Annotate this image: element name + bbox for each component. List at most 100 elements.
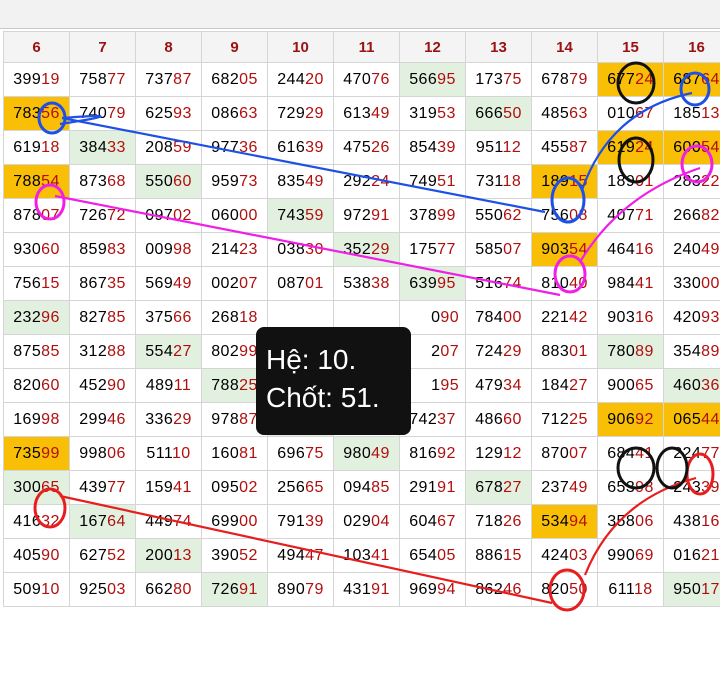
column-header: 16 bbox=[663, 31, 720, 63]
number-head: 890 bbox=[277, 580, 306, 598]
number-cell: 53494 bbox=[531, 504, 598, 539]
number-tail: 10 bbox=[41, 580, 60, 598]
number-head: 616 bbox=[277, 138, 306, 156]
number-head: 900 bbox=[607, 376, 636, 394]
number-tail: 64 bbox=[107, 512, 126, 530]
number-cell: 23749 bbox=[531, 470, 598, 505]
number-tail: 42 bbox=[569, 308, 588, 326]
number-tail: 90 bbox=[440, 308, 459, 326]
number-head: 653 bbox=[607, 478, 636, 496]
number-cell: 74079 bbox=[69, 96, 136, 131]
number-cell: 28322 bbox=[663, 164, 720, 199]
number-cell: 90316 bbox=[597, 300, 664, 335]
number-cell: 74359 bbox=[267, 198, 334, 233]
number-cell: 67879 bbox=[531, 62, 598, 97]
number-cell: 06544 bbox=[663, 402, 720, 437]
table-row: 78854 87368 55060 95973 83549 29224 74951 73118… bbox=[3, 164, 720, 199]
number-head: 455 bbox=[541, 138, 570, 156]
number-tail: 93 bbox=[701, 308, 720, 326]
number-tail: 46 bbox=[503, 580, 522, 598]
number-head: 420 bbox=[673, 308, 702, 326]
number-cell: 16998 bbox=[3, 402, 70, 437]
number-cell: 01067 bbox=[597, 96, 664, 131]
number-cell: 16081 bbox=[201, 436, 268, 471]
number-tail: 64 bbox=[701, 70, 720, 88]
number-cell: 24420 bbox=[267, 62, 334, 97]
top-bar bbox=[0, 0, 720, 29]
number-tail: 21 bbox=[701, 546, 720, 564]
number-cell: 21423 bbox=[201, 232, 268, 267]
number-cell: 97291 bbox=[333, 198, 400, 233]
number-tail: 07 bbox=[569, 444, 588, 462]
number-tail: 99 bbox=[437, 206, 456, 224]
number-tail: 39 bbox=[305, 138, 324, 156]
number-cell: 72929 bbox=[267, 96, 334, 131]
number-head: 002 bbox=[211, 274, 240, 292]
table-row: 93060 85983 00998 21423 03830 35229 17577 58507… bbox=[3, 232, 720, 267]
number-cell: 24339 bbox=[663, 470, 720, 505]
number-tail: 18 bbox=[239, 308, 258, 326]
number-head: 489 bbox=[145, 376, 174, 394]
number-tail: 49 bbox=[701, 240, 720, 258]
number-head: 802 bbox=[211, 342, 240, 360]
column-header-row: 6 7 8 9 10 11 12 13 14 15 16 bbox=[3, 31, 720, 63]
lottery-grid: 6 7 8 9 10 11 12 13 14 15 16 39919 75877 73787 68205 2… bbox=[3, 31, 720, 607]
number-head: 998 bbox=[79, 444, 108, 462]
number-tail: 71 bbox=[635, 206, 654, 224]
number-tail: 41 bbox=[371, 546, 390, 564]
number-head: 854 bbox=[409, 138, 438, 156]
number-tail: 81 bbox=[239, 444, 258, 462]
number-cell: 33000 bbox=[663, 266, 720, 301]
number-tail: 98 bbox=[41, 410, 60, 428]
number-cell: 18915 bbox=[531, 164, 598, 199]
number-tail: 91 bbox=[437, 478, 456, 496]
number-head: 862 bbox=[475, 580, 504, 598]
number-tail: 41 bbox=[173, 478, 192, 496]
number-cell: 55060 bbox=[135, 164, 202, 199]
number-head: 479 bbox=[475, 376, 504, 394]
number-head: 1 bbox=[431, 376, 441, 394]
number-head: 292 bbox=[343, 172, 372, 190]
number-head: 291 bbox=[409, 478, 438, 496]
number-cell: 40590 bbox=[3, 538, 70, 573]
number-cell: 71225 bbox=[531, 402, 598, 437]
number-cell: 78356 bbox=[3, 96, 70, 131]
number-head: 516 bbox=[475, 274, 504, 292]
number-tail: 49 bbox=[305, 172, 324, 190]
number-tail: 18 bbox=[502, 172, 522, 190]
number-tail: 11 bbox=[173, 376, 192, 394]
number-head: 873 bbox=[79, 172, 108, 190]
number-cell: 35229 bbox=[333, 232, 400, 267]
number-head: 485 bbox=[541, 104, 570, 122]
number-tail: 89 bbox=[635, 342, 654, 360]
number-tail: 25 bbox=[239, 376, 258, 394]
table-row: 87807 72672 09702 06000 74359 97291 37899 55062… bbox=[3, 198, 720, 233]
number-head: 438 bbox=[673, 512, 702, 530]
number-cell: 53838 bbox=[333, 266, 400, 301]
number-cell: 75877 bbox=[69, 62, 136, 97]
number-tail: 90 bbox=[107, 376, 126, 394]
number-tail: 24 bbox=[635, 70, 654, 88]
column-header: 13 bbox=[465, 31, 532, 63]
number-head: 604 bbox=[409, 512, 438, 530]
number-tail: 95 bbox=[437, 274, 456, 292]
number-head: 416 bbox=[13, 512, 42, 530]
number-head: 405 bbox=[13, 546, 42, 564]
number-cell: 78400 bbox=[465, 300, 532, 335]
number-cell: 99806 bbox=[69, 436, 136, 471]
number-head: 016 bbox=[673, 546, 702, 564]
number-head: 256 bbox=[277, 478, 306, 496]
number-cell: 83549 bbox=[267, 164, 334, 199]
number-tail: 18 bbox=[633, 580, 653, 598]
number-cell: 18901 bbox=[597, 164, 664, 199]
number-head: 352 bbox=[343, 240, 372, 258]
number-cell: 42403 bbox=[531, 538, 598, 573]
number-cell: 22142 bbox=[531, 300, 598, 335]
number-cell: 68205 bbox=[201, 62, 268, 97]
number-cell: 87368 bbox=[69, 164, 136, 199]
number-head: 867 bbox=[79, 274, 108, 292]
number-cell: 69900 bbox=[201, 504, 268, 539]
number-head: 336 bbox=[145, 410, 174, 428]
number-head: 538 bbox=[343, 274, 372, 292]
number-head: 984 bbox=[607, 274, 636, 292]
